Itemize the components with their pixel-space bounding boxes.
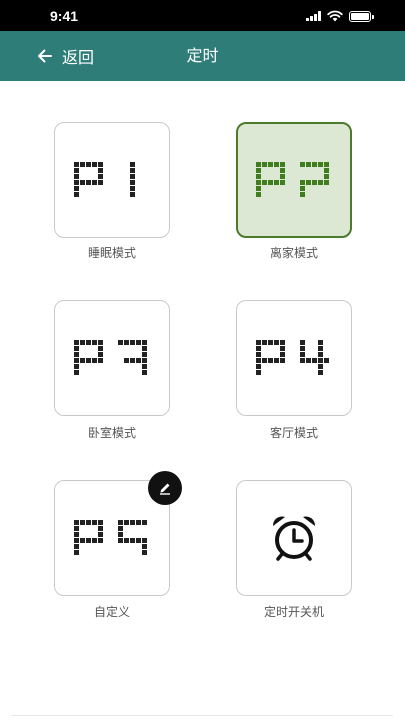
mode-display-p5 — [74, 520, 147, 555]
mode-label-p4: 客厅模式 — [269, 426, 318, 440]
mode-card-p3[interactable] — [54, 300, 170, 416]
nav-bar: 返回 定时 — [0, 31, 405, 81]
timer-card[interactable] — [236, 480, 352, 596]
mode-label-p5: 自定义 — [93, 605, 130, 619]
wifi-icon — [327, 10, 343, 22]
mode-card-p2[interactable] — [236, 122, 352, 238]
status-bar: 9:41 — [0, 0, 405, 31]
mode-label-p2: 离家模式 — [269, 246, 318, 260]
mode-display-p4 — [256, 340, 329, 375]
mode-display-p1 — [74, 162, 135, 197]
pencil-icon — [160, 483, 170, 495]
divider — [12, 715, 393, 716]
mode-label-p3: 卧室模式 — [87, 426, 136, 440]
edit-button[interactable] — [148, 471, 182, 505]
page-title: 定时 — [186, 46, 219, 65]
mode-card-p1[interactable] — [54, 122, 170, 238]
mode-card-p4[interactable] — [236, 300, 352, 416]
timer-label: 定时开关机 — [263, 605, 324, 619]
status-time: 9:41 — [50, 8, 79, 24]
mode-label-p1: 睡眠模式 — [87, 246, 136, 260]
mode-display-p2 — [256, 162, 329, 197]
cellular-signal-icon — [306, 11, 321, 21]
mode-display-p3 — [74, 340, 147, 375]
battery-icon — [349, 10, 374, 22]
alarm-clock-icon — [272, 516, 316, 561]
